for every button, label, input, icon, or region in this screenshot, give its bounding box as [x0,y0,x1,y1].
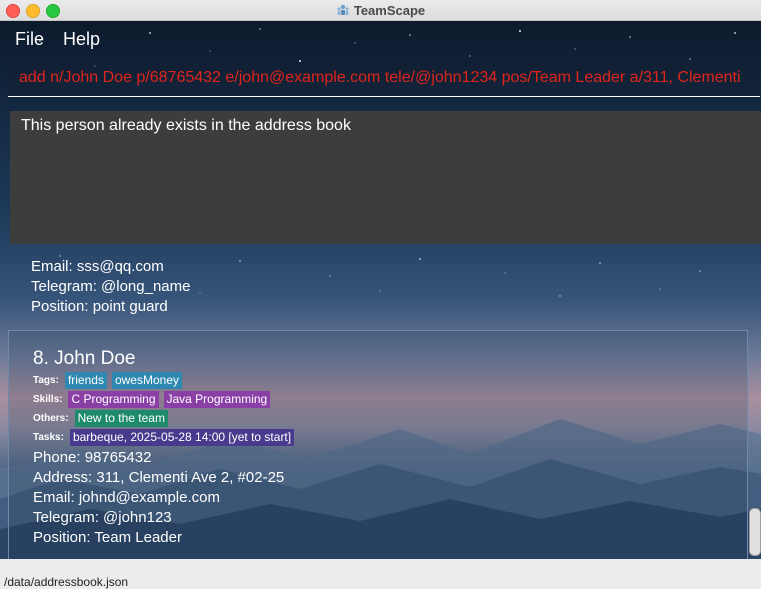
task-chip: barbeque, 2025-05-28 14:00 [yet to start… [69,429,295,446]
result-message: This person already exists in the addres… [21,117,351,134]
skills-label: Skills: [33,394,63,405]
tag-chip: owesMoney [111,372,182,389]
status-bar: /data/addressbook.json [0,559,761,589]
person-name: 8. John Doe [33,348,136,369]
skills-row: Skills: C Programming Java Programming [33,391,271,408]
person-card[interactable]: 8. John Doe Tags: friends owesMoney Skil… [8,330,748,572]
previous-person-telegram: Telegram: @long_name [31,278,191,295]
tasks-row: Tasks: barbeque, 2025-05-28 14:00 [yet t… [33,429,295,446]
menu-file[interactable]: File [15,29,44,50]
app-logo-icon [336,3,350,17]
tags-label: Tags: [33,375,59,386]
menu-bar: File Help [0,21,761,57]
others-label: Others: [33,413,69,424]
tag-chip: friends [64,372,107,389]
status-file-path: /data/addressbook.json [4,575,129,589]
command-input[interactable]: add n/John Doe p/68765432 e/john@example… [8,62,760,97]
other-chip: New to the team [74,410,168,427]
person-telegram: Telegram: @john123 [33,509,172,526]
list-scrollbar-thumb[interactable] [749,508,761,556]
window-titlebar: TeamScape [0,0,761,21]
window-title: TeamScape [353,2,426,18]
previous-person-position: Position: point guard [31,298,168,315]
tags-row: Tags: friends owesMoney [33,372,182,389]
skill-chip: Java Programming [163,391,271,408]
result-display: This person already exists in the addres… [10,111,761,244]
previous-person-email: Email: sss@qq.com [31,258,164,275]
command-input-text[interactable]: add n/John Doe p/68765432 e/john@example… [19,69,741,87]
person-phone: Phone: 98765432 [33,449,152,466]
tasks-label: Tasks: [33,432,64,443]
person-position: Position: Team Leader [33,529,182,546]
skill-chip: C Programming [68,391,159,408]
person-address: Address: 311, Clementi Ave 2, #02-25 [33,469,285,486]
others-row: Others: New to the team [33,410,168,427]
person-email: Email: johnd@example.com [33,489,220,506]
menu-help[interactable]: Help [63,29,100,50]
